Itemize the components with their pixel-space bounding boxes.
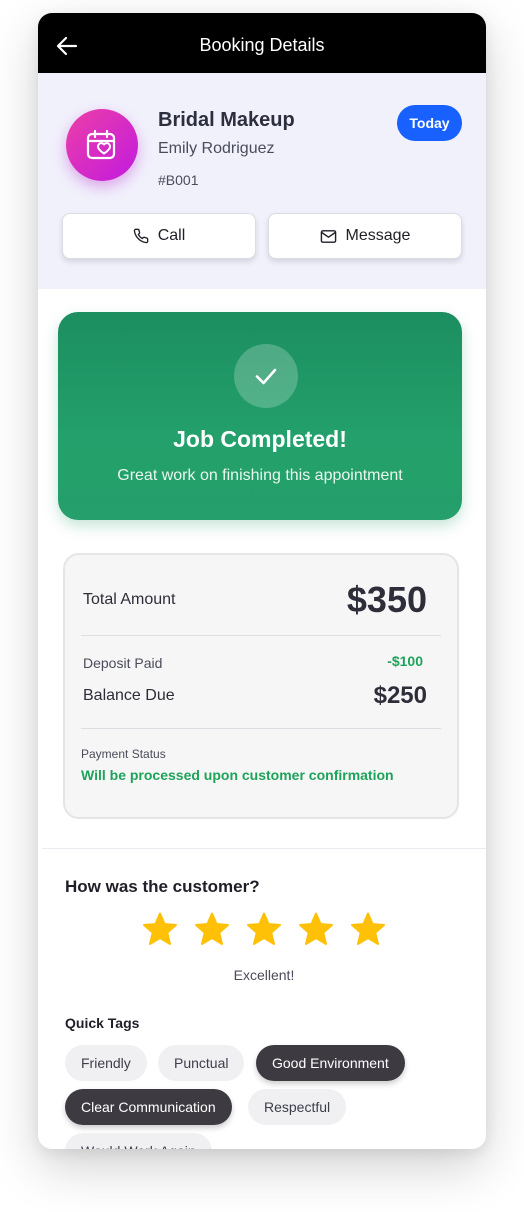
divider	[81, 635, 441, 636]
balance-due-value: $250	[373, 682, 427, 709]
total-amount-label: Total Amount	[83, 591, 176, 608]
star-rating[interactable]	[42, 911, 486, 949]
phone-frame: Booking Details Bridal Makeup Emily Rodr…	[38, 13, 486, 1149]
completed-badge	[234, 344, 298, 408]
star-icon[interactable]	[141, 911, 179, 949]
rating-text: Excellent!	[233, 967, 295, 983]
phone-icon	[133, 228, 149, 244]
deposit-paid-value: -$100	[387, 653, 423, 669]
payment-summary-card: Total Amount $350 Deposit Paid -$100 Bal…	[63, 553, 459, 819]
payment-status-value: Will be processed upon customer confirma…	[81, 767, 394, 783]
completed-subtitle: Great work on finishing this appointment	[117, 467, 403, 484]
service-avatar	[66, 109, 138, 181]
payment-status-label: Payment Status	[81, 747, 166, 761]
message-button[interactable]: Message	[268, 213, 462, 259]
call-button[interactable]: Call	[62, 213, 256, 259]
balance-due-label: Balance Due	[83, 687, 175, 704]
top-bar: Booking Details	[38, 13, 486, 73]
customer-name: Emily Rodriguez	[158, 140, 275, 157]
tag-chip[interactable]: Punctual	[158, 1045, 245, 1081]
tag-chip[interactable]: Friendly	[65, 1045, 147, 1081]
calendar-heart-icon	[86, 129, 116, 160]
tag-chip[interactable]: Good Environment	[256, 1045, 405, 1081]
job-completed-card: Job Completed! Great work on finishing t…	[58, 312, 462, 520]
call-label: Call	[157, 227, 186, 244]
rating-question: How was the customer?	[65, 877, 260, 896]
booking-id: #B001	[158, 172, 199, 188]
page-title: Booking Details	[199, 35, 325, 55]
star-icon[interactable]	[349, 911, 387, 949]
deposit-paid-label: Deposit Paid	[83, 655, 163, 671]
service-name: Bridal Makeup	[158, 109, 295, 131]
customer-rating-section: How was the customer? Excellent! Quick T…	[42, 848, 486, 1149]
check-icon	[255, 368, 277, 385]
status-badge: Today	[397, 105, 462, 141]
tag-chip[interactable]: Would Work Again	[65, 1133, 212, 1149]
tag-chip[interactable]: Clear Communication	[65, 1089, 232, 1125]
completed-title: Job Completed!	[173, 426, 347, 452]
total-amount-value: $350	[346, 579, 427, 620]
star-icon[interactable]	[297, 911, 335, 949]
star-icon[interactable]	[245, 911, 283, 949]
star-icon[interactable]	[193, 911, 231, 949]
mail-icon	[320, 229, 336, 243]
tag-chip[interactable]: Respectful	[248, 1089, 347, 1125]
quick-tags-label: Quick Tags	[65, 1015, 140, 1031]
divider	[81, 728, 441, 729]
message-label: Message	[345, 227, 411, 244]
booking-header: Bridal Makeup Emily Rodriguez #B001 Toda…	[38, 73, 486, 289]
